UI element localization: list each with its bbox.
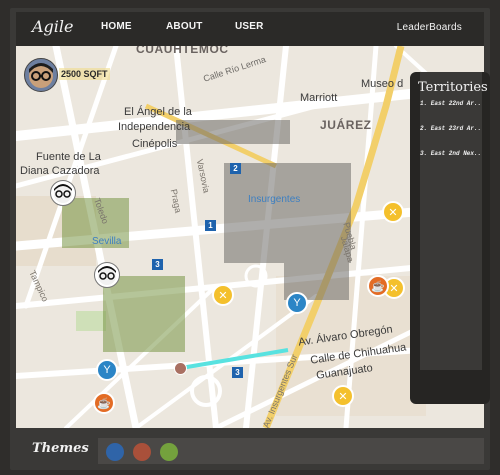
map-label: Cinépolis — [132, 138, 178, 150]
coffee-cup-icon[interactable]: ☕ — [93, 392, 115, 414]
theme-swatch-green[interactable] — [160, 443, 178, 461]
theme-swatch-blue[interactable] — [106, 443, 124, 461]
player-avatar-icon[interactable] — [94, 262, 120, 288]
map-label: Independencia — [118, 121, 191, 133]
theme-swatch-red[interactable] — [133, 443, 151, 461]
metro-icon: 2 — [230, 163, 241, 174]
restaurant-icon[interactable]: ✕ — [212, 284, 234, 306]
metro-icon: 3 — [152, 259, 163, 270]
map-label: Sevilla — [92, 236, 122, 247]
territories-panel: Territories 1. East 22nd Ar.. 2. East 23… — [410, 72, 490, 404]
nav-home-link[interactable]: HOME — [101, 21, 132, 32]
themes-label: Themes — [32, 441, 89, 456]
player-avatar-icon[interactable] — [50, 180, 76, 206]
nav-leaderboards-link[interactable]: LeaderBoards — [397, 22, 462, 33]
current-location-marker[interactable] — [174, 362, 187, 375]
brand-logo[interactable]: Agile — [32, 17, 74, 36]
top-navbar: Agile HOME ABOUT USER LeaderBoards — [16, 12, 484, 46]
territories-title: Territories — [418, 80, 488, 95]
cocktail-icon[interactable]: Y — [286, 292, 308, 314]
map-label: Insurgentes — [248, 194, 301, 205]
territory-overlay[interactable] — [224, 163, 351, 263]
map-label: Marriott — [300, 92, 338, 104]
restaurant-icon[interactable]: ✕ — [382, 201, 404, 223]
theme-swatch-tray — [98, 438, 484, 464]
map-label: Diana Cazadora — [20, 165, 100, 177]
map-label: Museo d — [361, 78, 404, 90]
nav-user-link[interactable]: USER — [235, 21, 264, 32]
cocktail-icon[interactable]: Y — [96, 359, 118, 381]
metro-icon: 3 — [232, 367, 243, 378]
territory-item[interactable]: 3. East 2nd Nex.. — [420, 150, 481, 157]
territory-area-badge: 2500 SQFT — [59, 68, 110, 80]
metro-icon: 1 — [205, 220, 216, 231]
map-label: JUÁREZ — [320, 118, 372, 132]
territory-item[interactable]: 1. East 22nd Ar.. — [420, 100, 481, 107]
coffee-cup-icon[interactable]: ☕ — [367, 275, 389, 297]
territory-item[interactable]: 2. East 23rd Ar.. — [420, 125, 481, 132]
map-label: Fuente de La — [36, 151, 101, 163]
themes-bar: Themes — [16, 436, 484, 466]
territory-overlay[interactable] — [103, 276, 185, 352]
nav-about-link[interactable]: ABOUT — [166, 21, 203, 32]
nerd-avatar-icon[interactable] — [24, 58, 58, 92]
territory-overlay[interactable] — [176, 120, 290, 144]
territories-list: 1. East 22nd Ar.. 2. East 23rd Ar.. 3. E… — [420, 100, 481, 175]
map-label: CUAUHTÉMOC — [136, 46, 229, 56]
map-label: El Ángel de la — [124, 106, 192, 118]
restaurant-icon[interactable]: ✕ — [332, 385, 354, 407]
